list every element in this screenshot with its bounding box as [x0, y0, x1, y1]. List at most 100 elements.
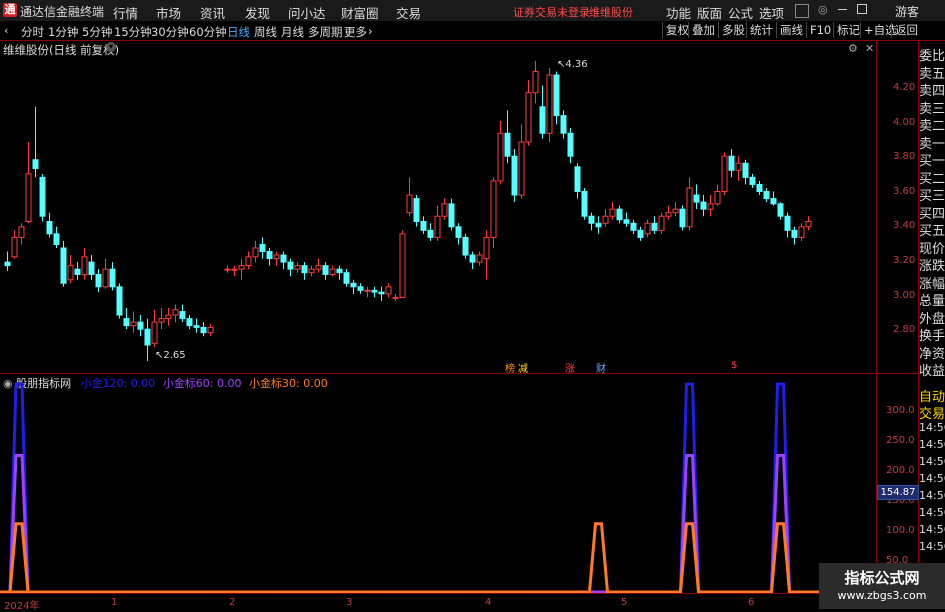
period-tab-5min[interactable]: 5分钟 — [82, 24, 112, 40]
mark-button[interactable]: 标记 — [833, 22, 863, 38]
candle — [81, 256, 88, 275]
candle — [476, 254, 483, 263]
indicator-line-小金120 — [0, 382, 876, 593]
candle — [483, 236, 490, 260]
candle — [504, 132, 511, 157]
quote-label-10: 买五 — [919, 220, 945, 239]
app-logo-icon: 通 — [3, 3, 17, 17]
menu-formula[interactable]: 公式 — [728, 3, 753, 22]
period-tab-multi[interactable]: 多周期 — [308, 24, 343, 40]
period-tab-daily[interactable]: 日线 — [227, 24, 250, 40]
candle — [32, 159, 39, 170]
candle — [651, 222, 658, 231]
watermark-title: 指标公式网 — [844, 569, 920, 587]
candle — [721, 155, 728, 192]
candle — [165, 314, 172, 320]
quote-label-17: 净资 — [919, 342, 945, 362]
bell-icon[interactable]: ◎ — [818, 3, 828, 16]
menu-ask[interactable]: 问小达 — [288, 3, 326, 22]
candle — [18, 226, 25, 238]
period-tab-60min[interactable]: 60分钟 — [189, 24, 227, 40]
quote-label-15: 外盘 — [919, 307, 945, 327]
candle — [770, 198, 777, 205]
quote-label-18: 收益 — [919, 360, 945, 379]
menu-news[interactable]: 资讯 — [200, 3, 225, 22]
menu-market-quote[interactable]: 行情 — [113, 3, 138, 22]
tick-time: 14:56 — [919, 506, 945, 519]
candle — [172, 309, 179, 316]
auto-trade-label[interactable]: 交易 — [919, 403, 945, 422]
candle — [707, 203, 714, 210]
candle — [448, 203, 455, 228]
menu-wealth-circle[interactable]: 财富圈 — [341, 3, 379, 22]
candle — [777, 203, 784, 217]
trade-login-status[interactable]: 证券交易未登录 — [513, 4, 590, 20]
menu-function[interactable]: 功能 — [666, 3, 691, 22]
tick-time: 14:56 — [919, 489, 945, 502]
candle — [88, 261, 95, 275]
toolbar-icon[interactable] — [795, 4, 809, 18]
candle — [644, 222, 651, 235]
price-tick: 4.20 — [893, 82, 916, 93]
x-tick: 4 — [485, 597, 492, 608]
quote-label-16: 换手 — [919, 325, 945, 344]
overlay-button[interactable]: 叠加 — [688, 22, 718, 38]
x-tick: 1 — [111, 597, 118, 608]
indicator-tick: 300.0 — [886, 405, 915, 416]
menu-market[interactable]: 市场 — [156, 3, 181, 22]
candle — [784, 215, 791, 231]
period-tab-intraday[interactable]: 分时 — [21, 24, 44, 40]
low-price-label: ↖2.65 — [155, 350, 186, 361]
quote-label-14: 总量 — [919, 290, 945, 309]
indicator-current-value: 154.87 — [877, 485, 919, 500]
candle — [144, 328, 151, 346]
candle — [245, 256, 252, 267]
candle — [193, 325, 200, 328]
x-tick: 3 — [346, 597, 353, 608]
period-tab-monthly[interactable]: 月线 — [281, 24, 304, 40]
menu-options[interactable]: 选项 — [759, 3, 784, 22]
period-tab-weekly[interactable]: 周线 — [254, 24, 277, 40]
candle — [371, 289, 378, 293]
quote-label-11: 现价 — [919, 237, 945, 257]
axis-divider — [876, 40, 877, 595]
candle — [280, 254, 287, 263]
guest-label[interactable]: 游客 — [895, 3, 919, 20]
candle — [116, 286, 123, 316]
event-tag-dividend[interactable]: $ — [731, 360, 737, 371]
candle — [434, 215, 441, 238]
candle — [658, 215, 665, 231]
candle — [679, 208, 686, 228]
menu-layout[interactable]: 版面 — [697, 3, 722, 22]
period-tab-1min[interactable]: 1分钟 — [48, 24, 78, 40]
multi-stock-button[interactable]: 多股 — [718, 22, 748, 38]
candle — [364, 289, 371, 292]
candle — [46, 221, 53, 235]
tick-time: 14:56 — [919, 421, 945, 434]
candle — [158, 318, 165, 323]
candle — [763, 190, 770, 200]
candle — [130, 321, 137, 327]
candle — [200, 326, 207, 334]
quote-label-5: 卖一 — [919, 132, 945, 152]
candle — [406, 194, 413, 214]
candle — [343, 272, 350, 284]
period-tab-30min[interactable]: 30分钟 — [151, 24, 189, 40]
back-button[interactable]: 返回 — [891, 22, 921, 38]
statistics-button[interactable]: 统计 — [746, 22, 776, 38]
chevron-left-icon[interactable]: ‹ — [4, 24, 8, 37]
draw-line-button[interactable]: 画线 — [776, 22, 806, 38]
chevron-right-icon[interactable]: › — [368, 24, 373, 38]
candle — [805, 221, 812, 228]
period-tab-more[interactable]: 更多 — [344, 24, 367, 40]
candle — [95, 273, 102, 288]
period-tab-15min[interactable]: 15分钟 — [114, 24, 152, 40]
f10-button[interactable]: F10 — [806, 22, 834, 38]
minimize-icon[interactable] — [838, 9, 847, 10]
maximize-icon[interactable] — [857, 4, 867, 14]
candle — [686, 187, 693, 228]
indicator-tick: 200.0 — [886, 465, 915, 476]
candle — [616, 208, 623, 221]
menu-trade[interactable]: 交易 — [396, 3, 421, 22]
menu-discover[interactable]: 发现 — [245, 3, 270, 22]
